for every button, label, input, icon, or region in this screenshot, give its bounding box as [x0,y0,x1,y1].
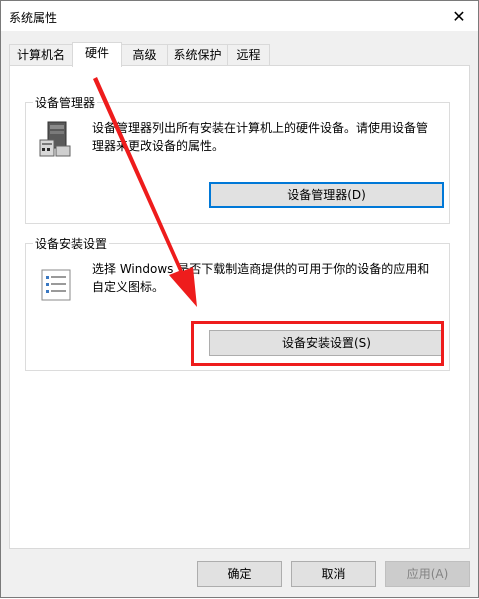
device-manager-group-label: 设备管理器 [33,94,98,111]
window-title: 系统属性 [9,11,58,25]
tab-strip: 计算机名 硬件 高级 系统保护 远程 [9,42,469,67]
tab-hardware[interactable]: 硬件 [72,42,122,67]
system-properties-window: 系统属性 ✕ 计算机名 硬件 高级 系统保护 远程 设备管理器 设备管理器列出所… [0,0,479,598]
ok-button[interactable]: 确定 [197,561,282,587]
apply-button[interactable]: 应用(A) [385,561,470,587]
device-manager-icon [38,120,74,160]
tab-advanced[interactable]: 高级 [121,44,168,65]
device-install-description: 选择 Windows 是否下载制造商提供的可用于你的设备的应用和自定义图标。 [92,262,430,294]
device-install-settings-icon [38,268,74,308]
annotation-highlight-box [191,321,444,366]
hardware-tab-panel: 设备管理器 设备管理器列出所有安装在计算机上的硬件设备。请使用设备管理器来更改设… [9,65,470,549]
tab-system-protection[interactable]: 系统保护 [167,44,228,65]
device-manager-description: 设备管理器列出所有安装在计算机上的硬件设备。请使用设备管理器来更改设备的属性。 [92,121,429,153]
cancel-button[interactable]: 取消 [291,561,376,587]
tab-remote[interactable]: 远程 [227,44,270,65]
device-install-group-label: 设备安装设置 [33,235,110,252]
tab-computer-name[interactable]: 计算机名 [9,44,73,65]
title-bar: 系统属性 ✕ [1,1,478,31]
close-button[interactable]: ✕ [440,1,478,31]
device-manager-group: 设备管理器 设备管理器列出所有安装在计算机上的硬件设备。请使用设备管理器来更改设… [25,94,450,224]
device-manager-button[interactable]: 设备管理器(D) [209,182,444,208]
